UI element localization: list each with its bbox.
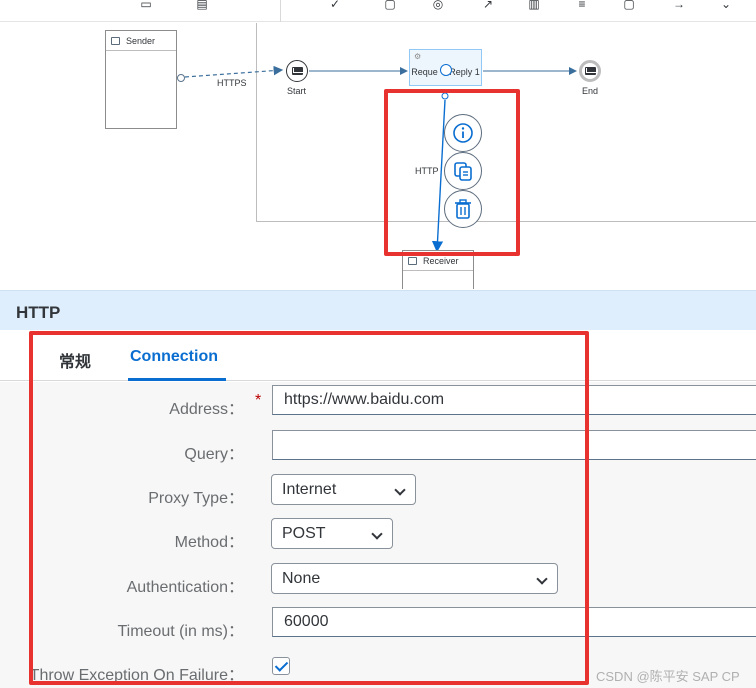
check-icon[interactable]: ✓ [326, 0, 344, 10]
clipboard-icon[interactable]: ▢ [620, 0, 638, 10]
chevron-down-icon [394, 484, 406, 496]
at-icon[interactable]: ◎ [429, 0, 447, 10]
message-envelope-icon [584, 67, 596, 75]
properties-panel-header: HTTP [0, 290, 756, 330]
http-connection-label: HTTP [415, 166, 439, 176]
authentication-value: None [282, 570, 321, 587]
info-icon [453, 123, 473, 143]
tab-connection[interactable]: Connection [130, 348, 218, 366]
delete-icon [455, 199, 471, 219]
task-connection-anchor[interactable] [440, 64, 452, 76]
integration-flow-canvas[interactable]: Sender HTTPS Start ⚙ Reque ｜Reply 1 End … [0, 23, 756, 289]
required-marker: * [255, 392, 262, 409]
end-event-label: End [582, 86, 599, 96]
chevron-down-icon [371, 528, 383, 540]
query-label: Query： [184, 446, 244, 463]
http-connector-origin[interactable] [441, 92, 449, 100]
throw-exception-label: Throw Exception On Failure： [29, 667, 244, 684]
chevron-down-icon [536, 573, 548, 585]
method-value: POST [282, 525, 326, 542]
toolbar-divider [280, 0, 281, 22]
copy-icon [454, 162, 472, 181]
https-sender-flow[interactable] [184, 65, 284, 78]
method-select[interactable]: POST [271, 518, 393, 549]
menu-icon[interactable]: ≡ [573, 0, 591, 10]
properties-tab-bar: 常规 Connection [0, 331, 756, 381]
navigate-icon[interactable]: ⌄ [717, 0, 735, 10]
authentication-select[interactable]: None [271, 563, 558, 594]
tab-general[interactable]: 常规 [59, 348, 91, 372]
delete-icon[interactable]: ▥ [525, 0, 543, 10]
canvas-toolbar: ▭ ▤ ✓ ▢ ◎ ↗ ▥ ≡ ▢ → ⌄ [0, 0, 756, 22]
receiver-label: Receiver [423, 256, 459, 266]
gear-icon: ⚙ [414, 52, 422, 61]
proxy-type-value: Internet [282, 481, 337, 498]
proxy-type-select[interactable]: Internet [271, 474, 416, 505]
participant-icon [408, 257, 417, 265]
query-input[interactable] [272, 430, 756, 460]
info-button[interactable] [444, 114, 482, 152]
https-connection-label: HTTPS [217, 78, 247, 88]
copy-button[interactable] [444, 152, 482, 190]
message-envelope-icon [291, 67, 303, 75]
proxy-type-label: Proxy Type： [148, 490, 244, 507]
start-event-label: Start [287, 86, 307, 96]
address-label: Address： [169, 401, 244, 418]
end-event[interactable] [579, 60, 601, 82]
address-input[interactable] [272, 385, 756, 415]
copy-icon[interactable]: ▭ [137, 0, 155, 10]
timeout-input[interactable] [272, 607, 756, 637]
throw-exception-checkbox[interactable] [272, 657, 290, 675]
paste-icon[interactable]: ▤ [193, 0, 211, 10]
panel-title: HTTP [16, 303, 61, 322]
https-connector-origin[interactable] [177, 74, 185, 82]
save-icon[interactable]: ▢ [381, 0, 399, 10]
connection-form: Address： * Query： Proxy Type： Internet M… [0, 382, 756, 688]
receiver-participant[interactable]: Receiver [402, 250, 474, 289]
request-reply-step[interactable]: ⚙ Reque ｜Reply 1 [409, 49, 482, 86]
active-tab-indicator [128, 378, 226, 381]
export-icon[interactable]: → [670, 0, 688, 10]
delete-button[interactable] [444, 190, 482, 228]
method-label: Method： [174, 534, 244, 551]
flow-connections [177, 65, 577, 253]
timeout-label: Timeout (in ms)： [117, 623, 244, 640]
start-event[interactable] [286, 60, 308, 82]
watermark: CSDN @陈平安 SAP CP [596, 669, 740, 684]
authentication-label: Authentication： [126, 579, 244, 596]
arrow-icon[interactable]: ↗ [479, 0, 497, 10]
